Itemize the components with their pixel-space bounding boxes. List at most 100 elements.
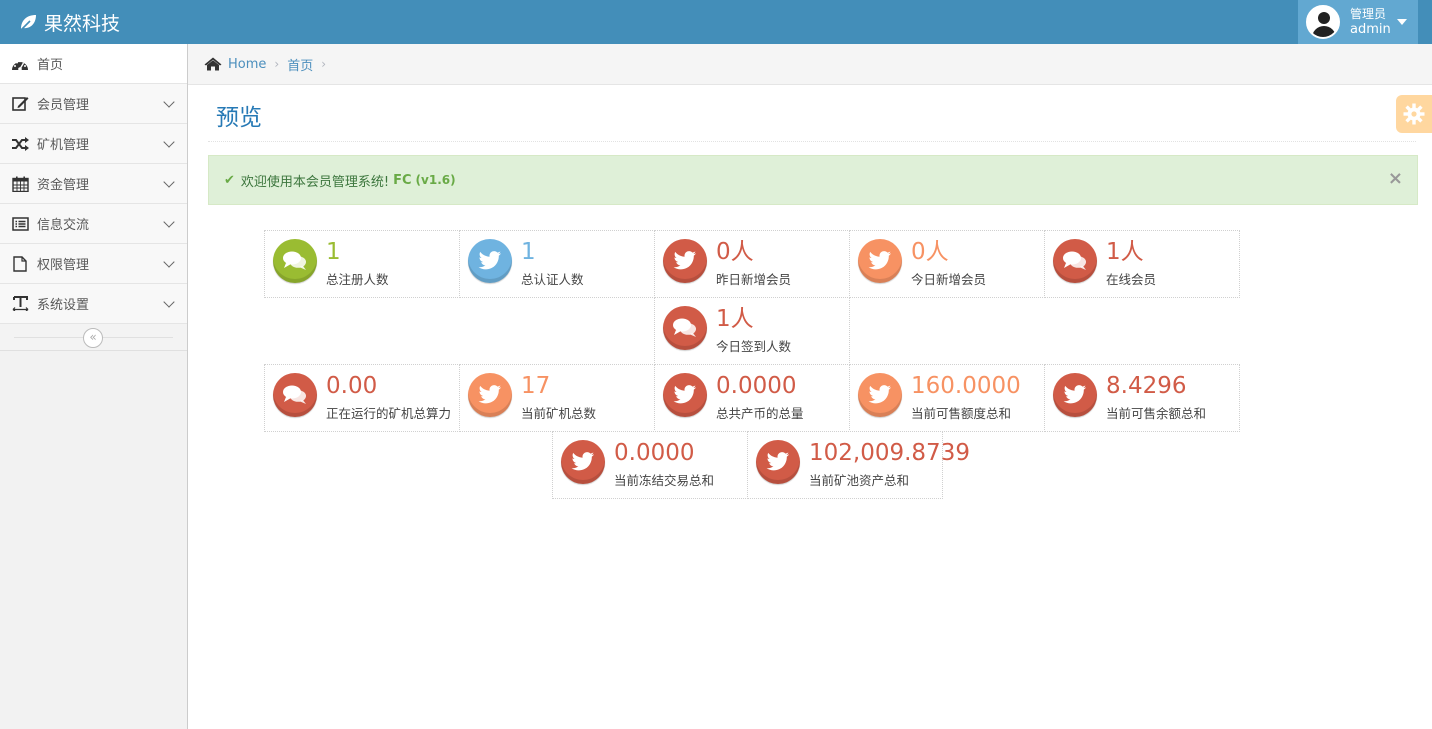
infobox-label: 昨日新增会员 [716, 272, 792, 287]
sidebar-item-label: 首页 [37, 58, 64, 73]
gear-icon [1403, 103, 1425, 125]
infobox-value: 102,009.8739 [809, 440, 970, 466]
chevron-down-icon [163, 136, 175, 148]
brand[interactable]: 果然科技 [18, 0, 120, 44]
infobox-value: 1 [326, 239, 341, 265]
caret-down-icon [1396, 19, 1407, 25]
check-icon: ✔ [224, 172, 235, 188]
list-alt-icon [10, 216, 30, 232]
comments-icon [273, 373, 317, 417]
breadcrumb-separator: › [274, 57, 280, 71]
home-icon [204, 57, 222, 71]
chevron-down-icon [163, 256, 175, 268]
user-menu[interactable]: 管理员 admin [1298, 0, 1418, 44]
page-header: 预览 [208, 86, 1416, 142]
infobox: 0.0000 总共产币的总量 [654, 364, 850, 432]
infobox: 160.0000 当前可售额度总和 [849, 364, 1045, 432]
top-navbar: 果然科技 管理员 admin [0, 0, 1432, 44]
leaf-icon [19, 15, 36, 32]
chevron-down-icon [163, 216, 175, 228]
sidebar: 首页 会员管理 矿机管理 资金管理 信息交流 权限管理 系统设置 « [0, 44, 188, 729]
welcome-alert: ✔ 欢迎使用本会员管理系统! FC (v1.6) × [208, 155, 1418, 205]
twitter-icon [468, 373, 512, 417]
user-name: admin [1350, 22, 1391, 37]
infobox-value: 1人 [1106, 239, 1144, 265]
infobox-label: 总认证人数 [521, 272, 584, 287]
comments-icon [273, 239, 317, 283]
breadcrumb: Home › 首页 › [188, 44, 1432, 85]
infobox-value: 0.0000 [614, 440, 695, 466]
comments-icon [663, 306, 707, 350]
double-angle-left-icon[interactable]: « [83, 328, 103, 348]
brand-title: 果然科技 [44, 12, 121, 35]
infobox: 17 当前矿机总数 [459, 364, 655, 432]
sidebar-item-miners[interactable]: 矿机管理 [0, 124, 187, 164]
text-width-icon [10, 296, 30, 312]
infobox-value: 8.4296 [1106, 373, 1187, 399]
chevron-down-icon [163, 96, 175, 108]
infobox: 8.4296 当前可售余额总和 [1044, 364, 1240, 432]
sidebar-item-permissions[interactable]: 权限管理 [0, 244, 187, 284]
sidebar-item-label: 矿机管理 [37, 138, 90, 153]
infobox-label: 正在运行的矿机总算力 [326, 406, 452, 421]
alert-brand: FC [393, 172, 412, 188]
edit-icon [10, 96, 30, 112]
infobox: 1人在线会员 [1044, 230, 1240, 298]
close-icon[interactable]: × [1388, 168, 1403, 189]
sidebar-item-messages[interactable]: 信息交流 [0, 204, 187, 244]
settings-toggle-button[interactable] [1396, 95, 1432, 133]
sidebar-item-label: 权限管理 [37, 258, 90, 273]
infobox-label: 当前可售额度总和 [911, 406, 1012, 421]
infobox-label: 总注册人数 [326, 272, 389, 287]
twitter-icon [858, 373, 902, 417]
dashboard-icon [10, 56, 30, 72]
shuffle-icon [10, 136, 30, 152]
comments-icon [1053, 239, 1097, 283]
sidebar-item-members[interactable]: 会员管理 [0, 84, 187, 124]
infobox-value: 1 [521, 239, 536, 265]
infobox-value: 0.0000 [716, 373, 797, 399]
infobox-label: 当前矿池资产总和 [809, 473, 910, 488]
twitter-icon [663, 239, 707, 283]
infobox: 0.00 正在运行的矿机总算力 [264, 364, 460, 432]
infobox-label: 今日签到人数 [716, 339, 792, 354]
infobox: 1 总注册人数 [264, 230, 460, 298]
chevron-down-icon [163, 296, 175, 308]
sidebar-item-label: 会员管理 [37, 98, 90, 113]
sidebar-item-label: 系统设置 [37, 298, 90, 313]
twitter-icon [468, 239, 512, 283]
sidebar-item-home[interactable]: 首页 [0, 44, 187, 84]
breadcrumb-current-link[interactable]: 首页 [287, 55, 313, 74]
page-title: 预览 [216, 105, 262, 131]
infobox-label: 今日新增会员 [911, 272, 987, 287]
sidebar-item-settings[interactable]: 系统设置 [0, 284, 187, 324]
infobox-label: 当前冻结交易总和 [614, 473, 715, 488]
infobox-label: 总共产币的总量 [716, 406, 804, 421]
sidebar-item-funds[interactable]: 资金管理 [0, 164, 187, 204]
user-role: 管理员 [1350, 7, 1387, 21]
breadcrumb-home-link[interactable]: Home [228, 57, 266, 72]
sidebar-item-label: 信息交流 [37, 218, 90, 233]
file-icon [10, 255, 30, 272]
avatar [1306, 5, 1340, 39]
infobox-value: 0.00 [326, 373, 378, 399]
alert-text: 欢迎使用本会员管理系统! [240, 174, 390, 190]
infobox-label: 在线会员 [1106, 272, 1157, 287]
chevron-down-icon [163, 176, 175, 188]
infobox-label: 当前矿机总数 [521, 406, 597, 421]
sidebar-collapse: « [0, 324, 187, 351]
infobox-value: 0人 [716, 239, 754, 265]
infobox-label: 当前可售余额总和 [1106, 406, 1207, 421]
infobox: 1 总认证人数 [459, 230, 655, 298]
infobox: 0人昨日新增会员 [654, 230, 850, 298]
calendar-icon [10, 176, 30, 192]
infobox: 0.0000 当前冻结交易总和 [552, 431, 748, 499]
sidebar-item-label: 资金管理 [37, 178, 90, 193]
infobox: 0人 今日新增会员 [849, 230, 1045, 298]
twitter-icon [561, 440, 605, 484]
infobox-value: 1人 [716, 306, 754, 332]
breadcrumb-separator: › [321, 57, 327, 71]
alert-version: (v1.6) [415, 173, 456, 187]
infobox: 1人今日签到人数 [654, 297, 850, 365]
twitter-icon [756, 440, 800, 484]
